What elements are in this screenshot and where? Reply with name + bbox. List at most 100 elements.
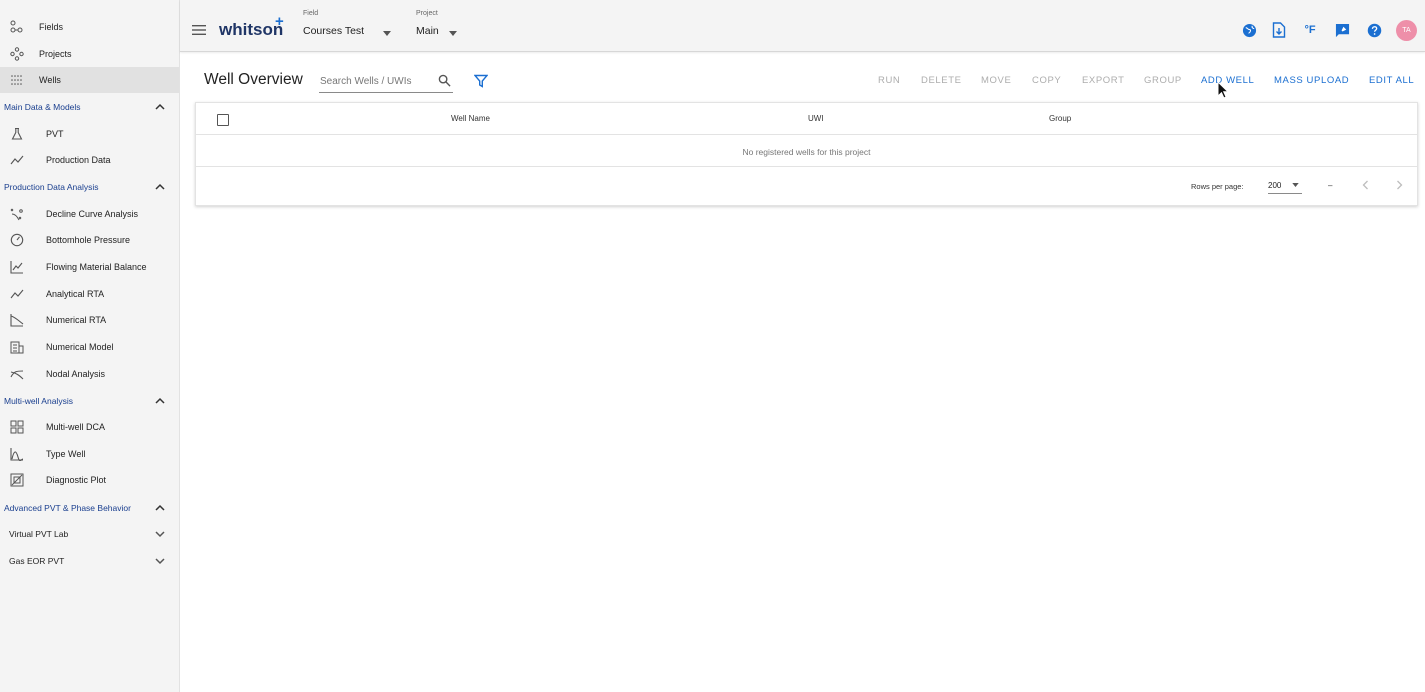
- column-header-uwi[interactable]: UWI: [808, 114, 824, 123]
- sidebar-item-analytical-rta[interactable]: Analytical RTA: [0, 281, 179, 307]
- chevron-up-icon: [155, 103, 165, 110]
- file-download-icon[interactable]: [1271, 22, 1287, 38]
- pagination-range: –: [1328, 181, 1333, 190]
- group-button[interactable]: GROUP: [1144, 75, 1182, 86]
- section-production-data-analysis[interactable]: Production Data Analysis: [0, 174, 179, 200]
- sidebar-item-label: Multi-well DCA: [46, 422, 106, 432]
- field-selector[interactable]: Field Courses Test: [303, 10, 393, 37]
- sidebar-item-label: Flowing Material Balance: [46, 262, 147, 272]
- sidebar-item-diagnostic-plot[interactable]: Diagnostic Plot: [0, 467, 179, 493]
- sidebar-item-label: Production Data: [46, 155, 111, 165]
- sidebar-item-flowing-material-balance[interactable]: Flowing Material Balance: [0, 254, 179, 280]
- sidebar-item-production-data[interactable]: Production Data: [0, 147, 179, 173]
- sidebar-item-label: Analytical RTA: [46, 289, 105, 299]
- chevron-up-icon: [155, 504, 165, 511]
- sidebar-item-numerical-model[interactable]: Numerical Model: [0, 334, 179, 360]
- search-icon[interactable]: [438, 74, 451, 87]
- trend-line-icon: [10, 287, 24, 301]
- feedback-icon[interactable]: [1334, 22, 1350, 38]
- fields-icon: [10, 20, 24, 34]
- gauge-icon: [10, 233, 24, 247]
- bell-curve-icon: [10, 447, 24, 461]
- mouse-cursor-icon: [1217, 81, 1229, 99]
- move-button[interactable]: MOVE: [981, 75, 1011, 86]
- sidebar-item-numerical-rta[interactable]: Numerical RTA: [0, 307, 179, 333]
- menu-icon[interactable]: [192, 24, 206, 36]
- caret-down-icon: [383, 31, 391, 36]
- sidebar-item-label: Numerical Model: [46, 342, 114, 352]
- delete-button[interactable]: DELETE: [921, 75, 962, 86]
- filter-icon[interactable]: [474, 74, 488, 88]
- diagnostic-plot-icon: [10, 473, 24, 487]
- decline-scatter-icon: [10, 207, 24, 221]
- column-header-well-name[interactable]: Well Name: [451, 114, 490, 123]
- rows-per-page-select[interactable]: 200: [1268, 177, 1302, 194]
- sidebar-item-label: Virtual PVT Lab: [9, 529, 69, 539]
- sidebar-item-label: Nodal Analysis: [46, 369, 106, 379]
- sidebar-item-nodal-analysis[interactable]: Nodal Analysis: [0, 361, 179, 387]
- sidebar-group-gas-eor-pvt[interactable]: Gas EOR PVT: [0, 548, 179, 574]
- sidebar-item-label: Numerical RTA: [46, 315, 107, 325]
- sidebar-item-decline-curve-analysis[interactable]: Decline Curve Analysis: [0, 201, 179, 227]
- project-selector[interactable]: Project Main: [416, 10, 461, 37]
- help-icon[interactable]: [1366, 22, 1382, 38]
- sidebar-item-label: Gas EOR PVT: [9, 556, 65, 566]
- caret-down-icon: [1292, 183, 1299, 187]
- section-title: Multi-well Analysis: [4, 396, 73, 406]
- section-multi-well-analysis[interactable]: Multi-well Analysis: [0, 388, 179, 414]
- sidebar-item-type-well[interactable]: Type Well: [0, 441, 179, 467]
- section-title: Production Data Analysis: [4, 182, 99, 192]
- caret-down-icon: [449, 31, 457, 36]
- sidebar-group-virtual-pvt-lab[interactable]: Virtual PVT Lab: [0, 521, 179, 547]
- search-input[interactable]: [320, 74, 425, 88]
- sidebar-item-wells[interactable]: Wells: [0, 67, 179, 93]
- run-button[interactable]: RUN: [878, 75, 900, 86]
- sidebar: Fields Projects Wells Main Data & Models…: [0, 0, 180, 692]
- empty-message: No registered wells for this project: [742, 147, 871, 157]
- next-page-icon[interactable]: [1394, 180, 1404, 190]
- section-advanced-pvt[interactable]: Advanced PVT & Phase Behavior: [0, 495, 179, 521]
- flask-icon: [10, 127, 24, 141]
- trend-line-icon: [10, 153, 24, 167]
- app-logo[interactable]: whitson +: [219, 13, 284, 40]
- sidebar-item-projects[interactable]: Projects: [0, 41, 179, 67]
- sidebar-item-label: Bottomhole Pressure: [46, 235, 131, 245]
- column-header-group[interactable]: Group: [1049, 114, 1071, 123]
- globe-icon[interactable]: [1241, 22, 1257, 38]
- sidebar-item-label: PVT: [46, 129, 64, 139]
- temperature-unit-icon[interactable]: °F: [1302, 22, 1318, 38]
- app-header: whitson + Field Courses Test Project Main…: [180, 0, 1425, 52]
- line-chart-icon: [10, 260, 24, 274]
- chevron-down-icon: [155, 531, 165, 538]
- table-empty-row: No registered wells for this project: [196, 135, 1417, 167]
- table-pagination: Rows per page: 200 –: [196, 167, 1417, 205]
- section-title: Main Data & Models: [4, 102, 81, 112]
- mass-upload-button[interactable]: MASS UPLOAD: [1274, 75, 1349, 86]
- table-header: Well Name UWI Group: [196, 103, 1417, 135]
- sidebar-item-fields[interactable]: Fields: [0, 14, 179, 40]
- rows-per-page-label: Rows per page:: [1191, 182, 1244, 191]
- select-all-checkbox[interactable]: [217, 114, 229, 126]
- sidebar-item-label: Projects: [39, 49, 72, 59]
- section-title: Advanced PVT & Phase Behavior: [4, 503, 131, 513]
- avatar[interactable]: TA: [1396, 20, 1417, 41]
- sidebar-item-bottomhole-pressure[interactable]: Bottomhole Pressure: [0, 227, 179, 253]
- sidebar-item-label: Type Well: [46, 449, 86, 459]
- sidebar-item-label: Decline Curve Analysis: [46, 209, 139, 219]
- section-main-data-models[interactable]: Main Data & Models: [0, 94, 179, 120]
- sidebar-item-pvt[interactable]: PVT: [0, 121, 179, 147]
- sidebar-item-multi-well-dca[interactable]: Multi-well DCA: [0, 414, 179, 440]
- copy-button[interactable]: COPY: [1032, 75, 1061, 86]
- building-grid-icon: [10, 340, 24, 354]
- rows-per-page-value: 200: [1268, 181, 1282, 190]
- field-value: Courses Test: [303, 25, 365, 37]
- previous-page-icon[interactable]: [1361, 180, 1371, 190]
- search-field[interactable]: [319, 70, 453, 93]
- page-title: Well Overview: [204, 71, 303, 88]
- export-button[interactable]: EXPORT: [1082, 75, 1125, 86]
- field-caption: Field: [303, 10, 319, 17]
- edit-all-button[interactable]: EDIT ALL: [1369, 75, 1414, 86]
- sidebar-item-label: Fields: [39, 22, 64, 32]
- crossing-lines-icon: [10, 367, 24, 381]
- grid-squares-icon: [10, 420, 24, 434]
